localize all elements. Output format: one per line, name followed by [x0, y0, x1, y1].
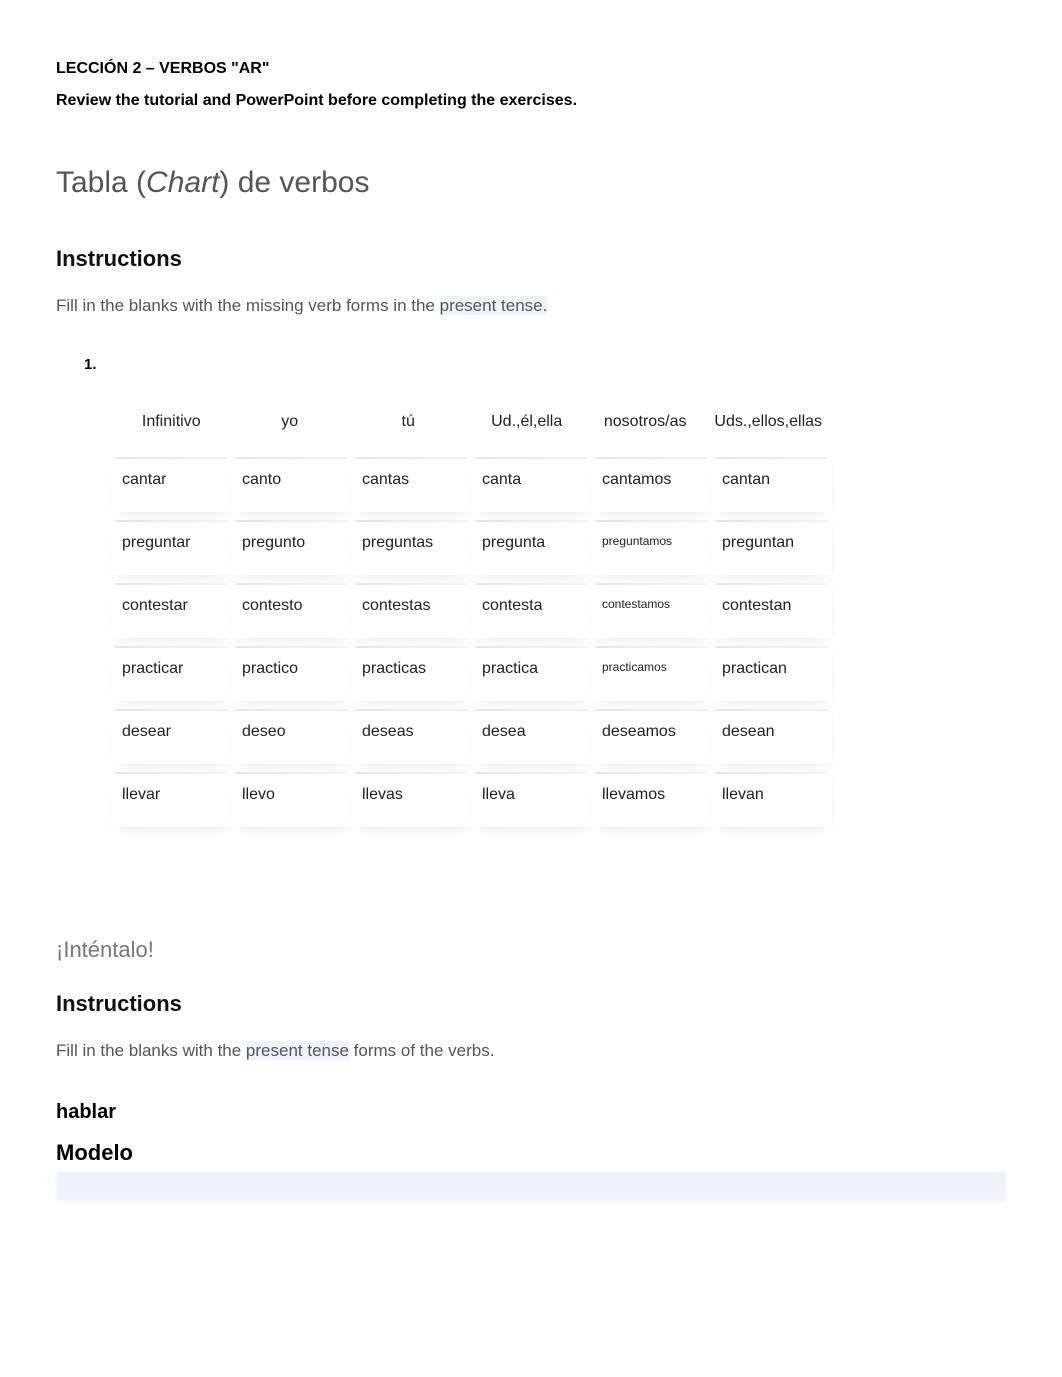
cell-ud[interactable]: pregunta [472, 522, 592, 575]
modelo-label: Modelo [56, 1140, 1006, 1166]
cell-uds[interactable]: cantan [712, 459, 832, 512]
cell-ud[interactable]: desea [472, 711, 592, 764]
cell-infinitive[interactable]: cantar [112, 459, 232, 512]
cell-infinitive[interactable]: contestar [112, 585, 232, 638]
instructions-highlight: present tense. [440, 296, 548, 315]
cell-tu[interactable]: practicas [352, 648, 472, 701]
cell-nosotros[interactable]: preguntamos [592, 522, 712, 575]
cell-yo[interactable]: deseo [232, 711, 352, 764]
cell-nosotros[interactable]: contestamos [592, 585, 712, 638]
list-number-1: 1. [84, 356, 1006, 373]
blurred-content [56, 1172, 1006, 1202]
heading-prefix: Tabla ( [56, 166, 146, 199]
header-tu: tú [349, 403, 467, 441]
cell-ud[interactable]: contesta [472, 585, 592, 638]
section-heading-tabla: Tabla (Chart) de verbos [56, 166, 1006, 200]
cell-infinitive[interactable]: preguntar [112, 522, 232, 575]
section-heading-intentalo: ¡Inténtalo! [56, 937, 1006, 963]
cell-yo[interactable]: practico [232, 648, 352, 701]
review-note: Review the tutorial and PowerPoint befor… [56, 92, 1006, 110]
cell-nosotros[interactable]: practicamos [592, 648, 712, 701]
cell-infinitive[interactable]: practicar [112, 648, 232, 701]
lesson-title: LECCIÓN 2 – VERBOS "AR" [56, 60, 1006, 78]
table-row: preguntar pregunto preguntas pregunta pr… [112, 522, 832, 575]
instr2-highlight: present tense [246, 1041, 349, 1060]
cell-nosotros[interactable]: deseamos [592, 711, 712, 764]
header-ud: Ud.,él,ella [467, 403, 585, 441]
cell-ud[interactable]: practica [472, 648, 592, 701]
cell-uds[interactable]: contestan [712, 585, 832, 638]
cell-yo[interactable]: pregunto [232, 522, 352, 575]
cell-tu[interactable]: contestas [352, 585, 472, 638]
header-nosotros: nosotros/as [586, 403, 704, 441]
cell-infinitive[interactable]: llevar [112, 774, 232, 827]
instr2-prefix: Fill in the blanks with the [56, 1041, 246, 1060]
cell-yo[interactable]: contesto [232, 585, 352, 638]
instr2-suffix: forms of the verbs. [349, 1041, 495, 1060]
header-infinitivo: Infinitivo [112, 403, 230, 441]
cell-tu[interactable]: preguntas [352, 522, 472, 575]
heading-italic: Chart [146, 166, 219, 199]
heading-suffix: ) de verbos [219, 166, 369, 199]
cell-uds[interactable]: llevan [712, 774, 832, 827]
cell-uds[interactable]: desean [712, 711, 832, 764]
cell-infinitive[interactable]: desear [112, 711, 232, 764]
instructions-heading-1: Instructions [56, 246, 1006, 272]
instructions-heading-2: Instructions [56, 991, 1006, 1017]
cell-yo[interactable]: llevo [232, 774, 352, 827]
cell-nosotros[interactable]: llevamos [592, 774, 712, 827]
header-yo: yo [230, 403, 348, 441]
cell-uds[interactable]: preguntan [712, 522, 832, 575]
header-uds: Uds.,ellos,ellas [704, 403, 832, 441]
cell-tu[interactable]: llevas [352, 774, 472, 827]
instructions-text-2: Fill in the blanks with the present tens… [56, 1041, 1006, 1061]
instructions-plain: Fill in the blanks with the missing verb… [56, 296, 440, 315]
cell-yo[interactable]: canto [232, 459, 352, 512]
cell-nosotros[interactable]: cantamos [592, 459, 712, 512]
table-row: cantar canto cantas canta cantamos canta… [112, 459, 832, 512]
table-header-row: Infinitivo yo tú Ud.,él,ella nosotros/as… [112, 403, 832, 441]
table-row: desear deseo deseas desea deseamos desea… [112, 711, 832, 764]
verb-label-hablar: hablar [56, 1101, 1006, 1124]
table-row: llevar llevo llevas lleva llevamos lleva… [112, 774, 832, 827]
table-row: contestar contesto contestas contesta co… [112, 585, 832, 638]
cell-tu[interactable]: deseas [352, 711, 472, 764]
cell-ud[interactable]: lleva [472, 774, 592, 827]
verb-table: Infinitivo yo tú Ud.,él,ella nosotros/as… [112, 403, 832, 827]
instructions-text-1: Fill in the blanks with the missing verb… [56, 296, 1006, 316]
cell-uds[interactable]: practican [712, 648, 832, 701]
cell-tu[interactable]: cantas [352, 459, 472, 512]
cell-ud[interactable]: canta [472, 459, 592, 512]
table-row: practicar practico practicas practica pr… [112, 648, 832, 701]
